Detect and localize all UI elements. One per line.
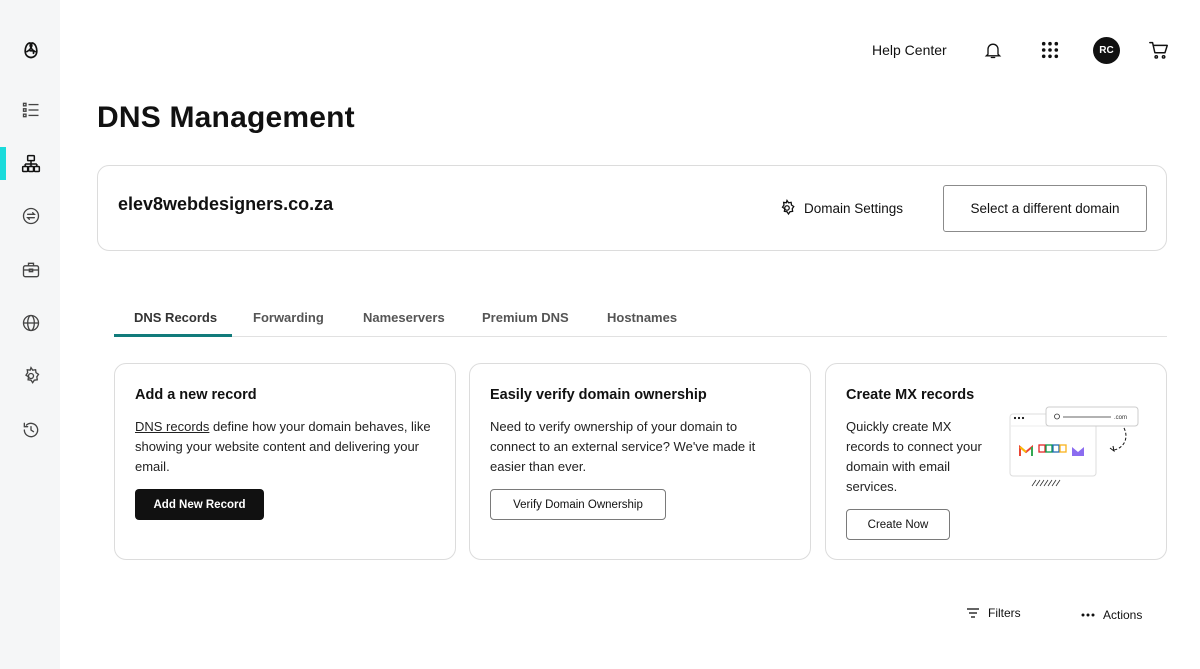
tab-premium-dns[interactable]: Premium DNS [482,310,569,325]
mx-illustration-domain-text: .com [1114,415,1127,421]
domain-card: elev8webdesigners.co.za Domain Settings … [97,165,1167,251]
briefcase-icon[interactable] [18,257,44,283]
filters-label: Filters [988,606,1021,620]
sidebar [0,0,60,669]
mx-records-card: Create MX records Quickly create MX reco… [825,363,1167,560]
tab-nameservers[interactable]: Nameservers [363,310,445,325]
mx-body: Quickly create MX records to connect you… [846,419,982,494]
filters-button[interactable]: Filters [966,606,1021,620]
tab-forwarding[interactable]: Forwarding [253,310,324,325]
help-center-link[interactable]: Help Center [872,42,947,58]
tab-hostnames[interactable]: Hostnames [607,310,677,325]
dns-records-link[interactable]: DNS records [135,419,209,434]
history-icon[interactable] [18,417,44,443]
domain-settings-label: Domain Settings [804,200,904,216]
actions-label: Actions [1103,608,1143,622]
bell-icon[interactable] [983,40,1003,60]
gear-icon [781,199,795,216]
create-now-button[interactable]: Create Now [846,509,950,540]
select-domain-button[interactable]: Select a different domain [943,185,1147,232]
settings-icon[interactable] [18,363,44,389]
sidebar-active-indicator [0,147,6,180]
sitemap-icon[interactable] [18,151,44,177]
globe-icon[interactable] [18,310,44,336]
add-new-record-button[interactable]: Add New Record [135,489,264,520]
domain-name: elev8webdesigners.co.za [118,194,334,214]
godaddy-logo-icon[interactable] [18,37,44,63]
mx-title: Create MX records [846,387,975,403]
verify-body: Need to verify ownership of your domain … [490,419,756,474]
active-tab-underline [114,334,232,337]
dns-tabs: DNS Records Forwarding Nameservers Premi… [114,296,1167,337]
filter-icon [967,608,979,618]
tab-dns-records[interactable]: DNS Records [134,310,217,325]
list-icon[interactable] [18,97,44,123]
cart-icon[interactable] [1148,39,1170,61]
actions-button[interactable]: Actions [1081,608,1142,622]
add-record-card: Add a new record DNS records define how … [114,363,456,560]
add-record-description: DNS records define how your domain behav… [135,417,440,477]
mx-email-illustration: .com [1009,406,1139,487]
verify-ownership-card: Easily verify domain ownership Need to v… [469,363,811,560]
verify-title: Easily verify domain ownership [490,387,707,403]
transfer-icon[interactable] [18,203,44,229]
verify-domain-ownership-button[interactable]: Verify Domain Ownership [490,489,666,520]
domain-settings-button[interactable]: Domain Settings [778,199,903,217]
add-record-title: Add a new record [135,387,257,403]
more-horizontal-icon [1081,613,1095,617]
apps-grid-icon[interactable] [1040,40,1060,60]
avatar[interactable]: RC [1093,37,1120,64]
page-title: DNS Management [97,101,355,134]
